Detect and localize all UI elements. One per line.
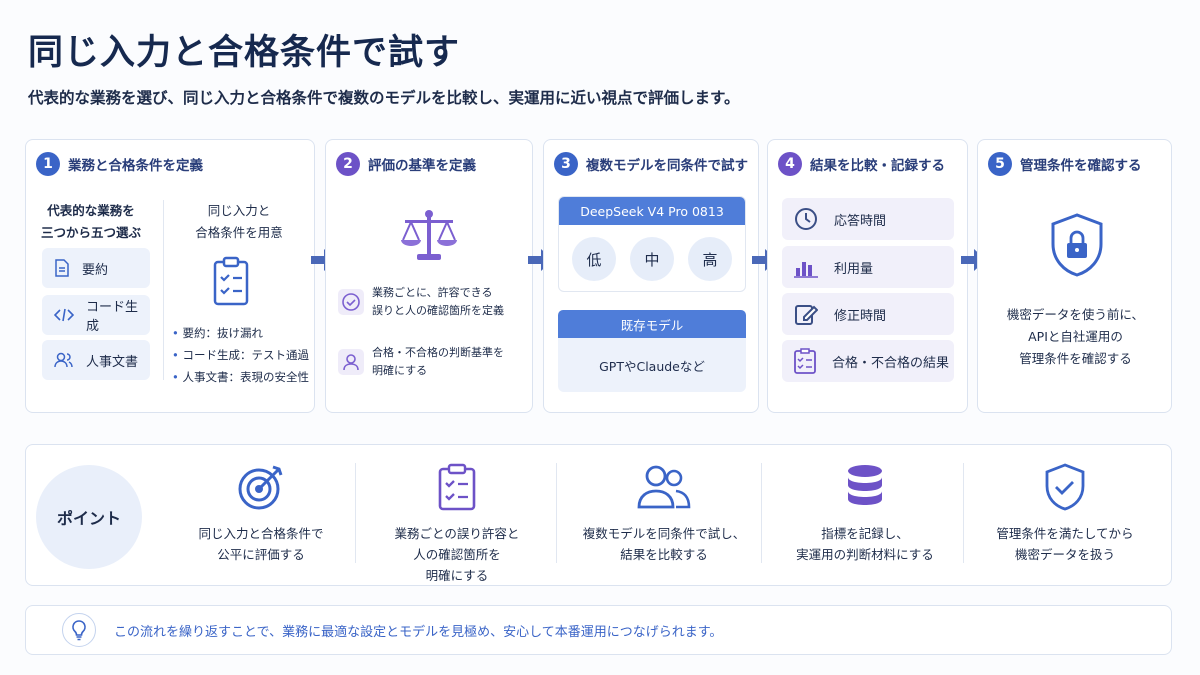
task-heading: 代表的な業務を 三つから五つ選ぶ [40,203,141,240]
users-icon [637,465,691,509]
page-subtitle: 代表的な業務を選び、同じ入力と合格条件で複数のモデルを比較し、実運用に近い視点で… [28,89,740,107]
criteria-row-judgment: 合格・不合格の判断基準を 明確にする [338,342,524,382]
step-number: 5 [988,152,1012,176]
metric-response-time: 応答時間 [782,198,954,240]
step-title: 複数モデルを同条件で試す [586,158,748,174]
footer-note: この流れを繰り返すことで、業務に最適な設定とモデルを見極め、安心して本番運用につ… [25,605,1172,655]
criteria-item: • 要約：抜け漏れ [172,326,263,340]
divider [163,200,164,380]
step-number: 4 [778,152,802,176]
step-1-card: 1 業務と合格条件を定義 代表的な業務を 三つから五つ選ぶ 要約 コード生成 人… [25,139,315,413]
existing-model-text: GPTやClaudeなど [599,358,705,374]
point-item: 複数モデルを同条件で試し、 結果を比較する [564,463,764,573]
criteria-list: • 要約：抜け漏れ • コード生成：テスト通過 • 人事文書：表現の安全性 [172,322,309,388]
checklist-icon [794,348,816,374]
step-5-card: 5 管理条件を確認する 機密データを使う前に、 APIと自社運用の 管理条件を確… [977,139,1172,413]
step-number: 1 [36,152,60,176]
step-title: 結果を比較・記録する [810,158,945,174]
document-icon [55,259,69,277]
step-2-card: 2 評価の基準を定義 業務ごとに、許容できる 誤りと人の確認箇所を定義 合格・不… [325,139,533,413]
point-item: 業務ごとの誤り許容と 人の確認箇所を 明確にする [362,463,552,583]
task-chip-summary: 要約 [42,248,150,288]
effort-level-low: 低 [572,237,616,281]
target-icon [238,465,283,510]
existing-model-label: 既存モデル [558,310,746,338]
clipboard-icon [438,463,476,511]
lightbulb-icon [62,613,96,647]
database-icon [848,465,882,505]
metric-pass-fail: 合格・不合格の結果 [782,340,954,382]
point-item: 指標を記録し、 実運用の判断材料にする [770,463,960,573]
criteria-item: • 人事文書：表現の安全性 [172,370,309,384]
bar-chart-icon [794,262,818,278]
person-icon [338,349,364,375]
step-5-header: 5 管理条件を確認する [988,152,1142,176]
task-chip-hr: 人事文書 [42,340,150,380]
scale-icon [401,210,457,260]
existing-model-box: 既存モデル GPTやClaudeなど [558,310,746,392]
step-title: 管理条件を確認する [1020,158,1142,174]
step-title: 評価の基準を定義 [368,158,476,174]
divider [963,463,964,563]
clipboard-checklist-icon [213,256,249,306]
step-title: 業務と合格条件を定義 [68,158,203,174]
task-chip-code: コード生成 [42,295,150,335]
divider [355,463,356,563]
step-2-header: 2 評価の基準を定義 [336,152,476,176]
step-1-header: 1 業務と合格条件を定義 [36,152,203,176]
step-4-header: 4 結果を比較・記録する [778,152,945,176]
step-5-text: 機密データを使う前に、 APIと自社運用の 管理条件を確認する [1006,307,1145,366]
model-label: DeepSeek V4 Pro 0813 [559,197,745,225]
footer-text: この流れを繰り返すことで、業務に最適な設定とモデルを見極め、安心して本番運用につ… [114,625,723,640]
point-item: 管理条件を満たしてから 機密データを扱う [970,463,1160,573]
step-number: 2 [336,152,360,176]
effort-level-high: 高 [688,237,732,281]
step-number: 3 [554,152,578,176]
criteria-row-errors: 業務ごとに、許容できる 誤りと人の確認箇所を定義 [338,282,524,322]
clock-icon [795,208,817,230]
divider [761,463,762,563]
criteria-item: • コード生成：テスト通過 [172,348,309,362]
point-label: ポイント [36,465,142,569]
step-3-header: 3 複数モデルを同条件で試す [554,152,748,176]
metric-fix-time: 修正時間 [782,293,954,335]
input-heading: 同じ入力と 合格条件を用意 [195,203,283,240]
model-box: DeepSeek V4 Pro 0813 低 中 高 [558,196,746,292]
shield-lock-icon [1051,213,1103,277]
check-circle-icon [338,289,364,315]
divider [556,463,557,563]
step-3-card: 3 複数モデルを同条件で試す DeepSeek V4 Pro 0813 低 中 … [543,139,759,413]
metric-usage: 利用量 [782,246,954,288]
page-title: 同じ入力と合格条件で試す [28,33,461,73]
effort-level-mid: 中 [630,237,674,281]
people-icon [54,352,73,368]
edit-icon [795,305,818,325]
code-icon [54,308,74,322]
step-4-card: 4 結果を比較・記録する 応答時間 利用量 修正時間 合格・不合格の結果 [767,139,968,413]
point-item: 同じ入力と合格条件で 公平に評価する [166,463,356,573]
shield-check-icon [1045,463,1085,511]
points-panel: ポイント 同じ入力と合格条件で 公平に評価する 業務ごとの誤り許容と 人の確認箇所を… [25,444,1172,586]
